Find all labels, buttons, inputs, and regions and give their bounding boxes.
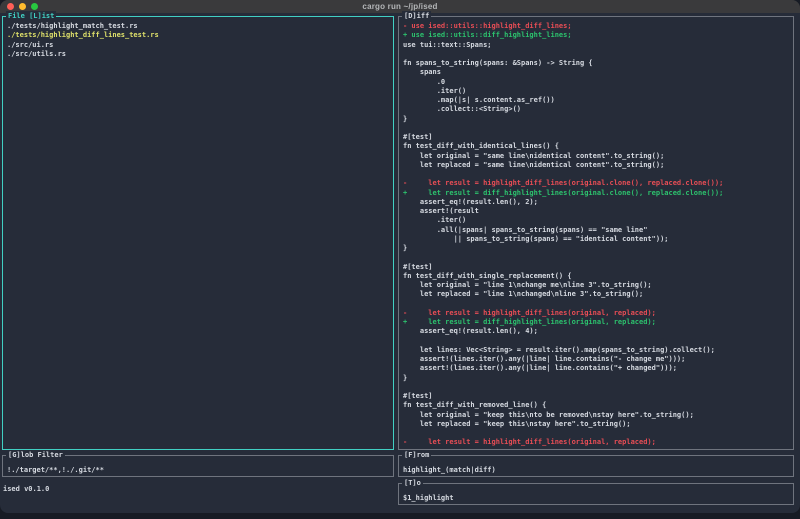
from-pattern-panel-title: [F]rom — [402, 450, 432, 460]
diff-line: assert!(result — [403, 207, 479, 215]
diff-line: let replaced = "line 1\nchanged\nline 3"… — [403, 290, 644, 299]
window-title: cargo run ~/jp/ised — [362, 2, 438, 11]
diff-line — [403, 337, 792, 346]
diff-line: assert_eq!(result.len(), 4); — [403, 327, 538, 336]
to-pattern-input[interactable]: $1_highlight — [403, 494, 791, 503]
diff-line: || spans_to_string(spans) == "identical … — [403, 234, 669, 243]
diff-line: let original = "same line\nidentical con… — [403, 151, 665, 160]
diff-content: - use ised::utils::highlight_diff_lines;… — [403, 22, 792, 448]
maximize-window-button[interactable] — [31, 3, 38, 10]
diff-line: - let result = highlight_diff_lines(orig… — [403, 438, 656, 447]
diff-line: let lines: Vec<String> = result.iter().m… — [403, 345, 715, 354]
diff-panel: [D]iff - use ised::utils::highlight_diff… — [398, 11, 794, 450]
diff-line: let original = "keep this\nto be removed… — [403, 410, 694, 419]
diff-line — [403, 429, 792, 438]
to-pattern-panel: [T]o $1_highlight — [398, 478, 794, 505]
file-list-item[interactable]: ./src/ui.rs — [7, 41, 392, 50]
diff-line: } — [403, 373, 408, 382]
diff-line: .collect::<String>() — [403, 105, 522, 114]
diff-line — [403, 170, 792, 179]
close-window-button[interactable] — [7, 3, 14, 10]
glob-filter-panel-title: [G]lob Filter — [6, 450, 65, 460]
diff-line: let original = "line 1\nchange me\nline … — [403, 281, 652, 289]
diff-line: assert!(lines.iter().any(|line| line.con… — [403, 364, 677, 373]
diff-line: + use ised::utils::diff_highlight_lines; — [403, 31, 572, 40]
diff-line — [403, 300, 792, 309]
diff-panel-title: [D]iff — [402, 11, 432, 21]
file-list-item[interactable]: ./tests/highlight_diff_lines_test.rs — [7, 31, 392, 40]
status-version: ised v0.1.0 — [3, 485, 50, 493]
diff-line: .all(|spans| spans_to_string(spans) == "… — [403, 225, 648, 234]
window-controls — [7, 3, 38, 10]
to-pattern-panel-title: [T]o — [402, 478, 423, 488]
glob-filter-panel: [G]lob Filter !./target/**,!./.git/** — [2, 450, 394, 477]
diff-line: #[test] — [403, 133, 433, 141]
diff-line: assert!(lines.iter().any(|line| line.con… — [403, 355, 686, 363]
diff-line: #[test] — [403, 262, 433, 271]
diff-line: .iter() — [403, 86, 467, 95]
file-list-panel: File [L]ist ./tests/highlight_match_test… — [2, 11, 394, 450]
diff-line: } — [403, 244, 408, 252]
file-list-item[interactable]: ./src/utils.rs — [7, 50, 392, 59]
diff-line: .iter() — [403, 216, 467, 225]
diff-line: fn test_diff_with_single_replacement() { — [403, 271, 572, 280]
file-list: ./tests/highlight_match_test.rs ./tests/h… — [7, 22, 392, 59]
diff-line: fn test_diff_with_removed_line() { — [403, 401, 547, 410]
diff-line: fn spans_to_string(spans: &Spans) -> Str… — [403, 59, 593, 67]
diff-line: - let result = highlight_diff_lines(orig… — [403, 308, 656, 317]
diff-line: let replaced = "same line\nidentical con… — [403, 160, 665, 169]
diff-line: spans — [403, 68, 441, 77]
window-titlebar: cargo run ~/jp/ised — [0, 0, 800, 13]
diff-line — [403, 253, 792, 262]
diff-line — [403, 383, 792, 392]
diff-line — [403, 50, 792, 59]
glob-filter-input[interactable]: !./target/**,!./.git/** — [7, 466, 391, 475]
diff-line: - let result = highlight_diff_lines(orig… — [403, 179, 724, 188]
diff-line: .map(|s| s.content.as_ref()) — [403, 96, 555, 104]
diff-line: fn test_diff_with_identical_lines() { — [403, 142, 559, 151]
file-list-panel-title: File [L]ist — [6, 11, 57, 21]
from-pattern-input[interactable]: highlight_(match|diff) — [403, 466, 791, 475]
diff-line: use tui::text::Spans; — [403, 40, 492, 49]
diff-line: } — [403, 114, 408, 123]
diff-line: let replaced = "keep this\nstay here".to… — [403, 419, 631, 428]
diff-line — [403, 124, 792, 133]
diff-line: - use ised::utils::highlight_diff_lines; — [403, 22, 572, 30]
terminal-window: cargo run ~/jp/ised File [L]ist ./tests/… — [0, 0, 800, 513]
diff-line: assert_eq!(result.len(), 2); — [403, 197, 538, 206]
diff-line: #[test] — [403, 392, 433, 400]
diff-line: + let result = diff_highlight_lines(orig… — [403, 318, 656, 326]
diff-line: + let result = diff_highlight_lines(orig… — [403, 188, 724, 197]
terminal-content: File [L]ist ./tests/highlight_match_test… — [0, 11, 800, 513]
file-list-item[interactable]: ./tests/highlight_match_test.rs — [7, 22, 392, 31]
diff-line: .0 — [403, 77, 446, 86]
from-pattern-panel: [F]rom highlight_(match|diff) — [398, 450, 794, 477]
minimize-window-button[interactable] — [19, 3, 26, 10]
